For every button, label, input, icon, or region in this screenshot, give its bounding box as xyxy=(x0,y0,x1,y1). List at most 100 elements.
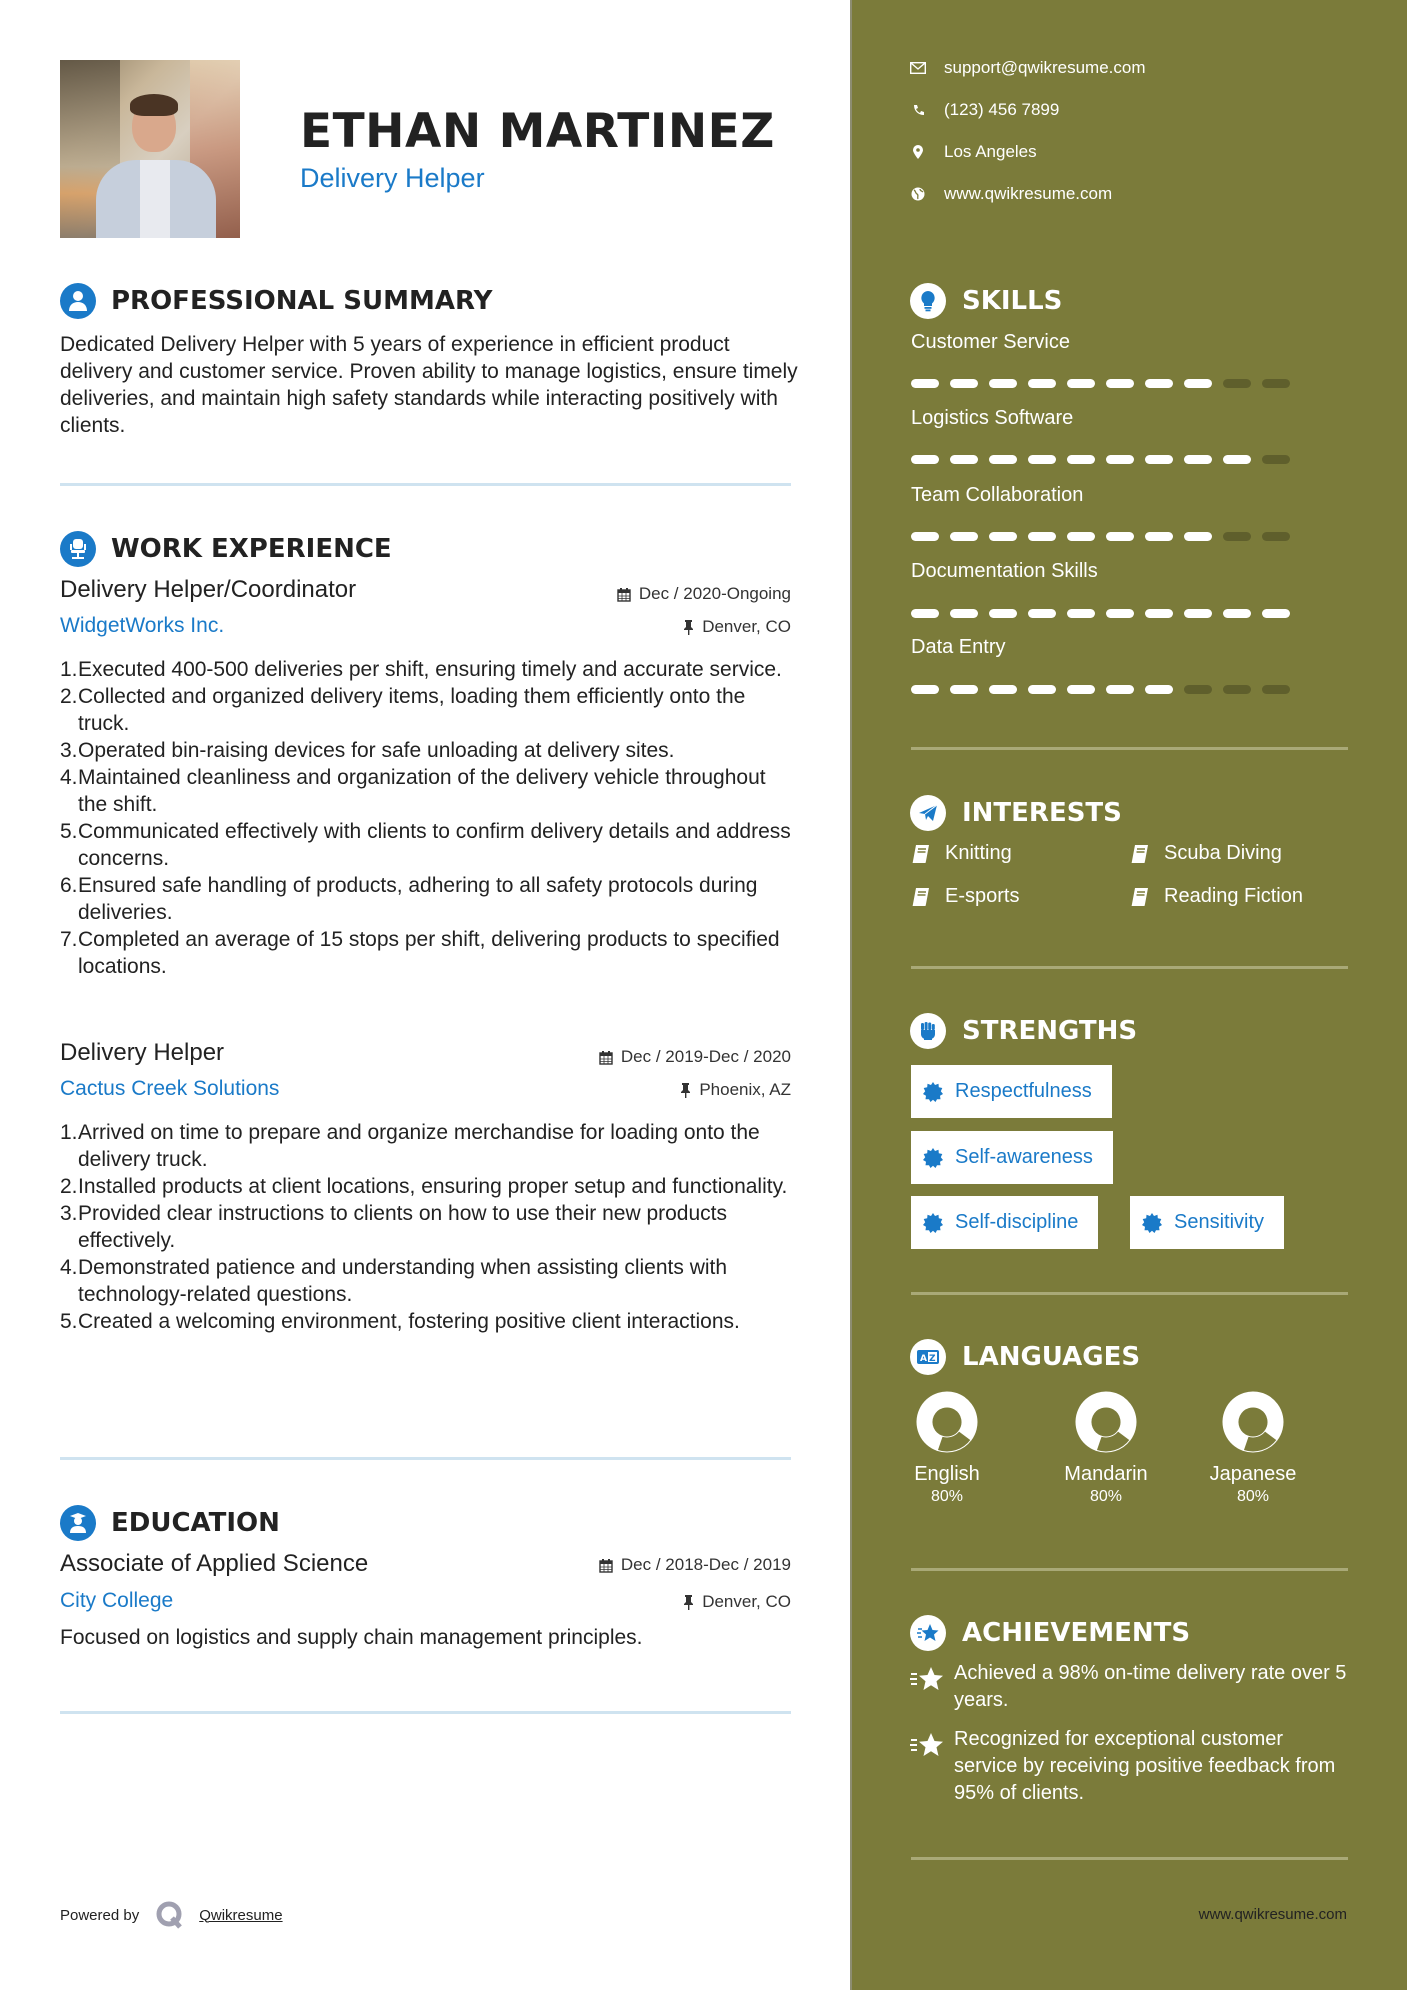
skill-rating xyxy=(911,455,1301,464)
skill-segment-filled xyxy=(1106,685,1134,694)
language-name: Japanese xyxy=(1209,1463,1297,1485)
job-bullets: 1. Executed 400-500 deliveries per shift,… xyxy=(60,656,800,980)
badge-icon xyxy=(923,1212,943,1233)
skill-segment-filled xyxy=(1145,455,1173,464)
phone-icon xyxy=(910,102,926,118)
skill-name: Data Entry xyxy=(911,636,1006,658)
language-donut xyxy=(1075,1391,1137,1453)
list-item: 5. Communicated effectively with clients … xyxy=(60,820,791,870)
job-title: Delivery Helper/Coordinator xyxy=(60,576,357,603)
skills-heading: SKILLS xyxy=(910,283,1062,319)
lightbulb-icon xyxy=(910,283,946,319)
strength-badge: Self-discipline xyxy=(911,1196,1099,1249)
skill-segment-filled xyxy=(1145,379,1173,388)
skill-segment-filled xyxy=(1067,532,1095,541)
skill-segment-filled xyxy=(1028,532,1056,541)
list-item: 7. Completed an average of 15 stops per s… xyxy=(60,928,780,978)
calendar-icon xyxy=(599,1558,613,1573)
skill-segment-filled xyxy=(911,532,939,541)
experience-title: WORK EXPERIENCE xyxy=(111,534,392,564)
skill-segment-empty xyxy=(1223,532,1251,541)
contact-website: www.qwikresume.com xyxy=(910,184,1112,204)
list-item: 5. Created a welcoming environment, foste… xyxy=(60,1310,740,1333)
paper-plane-icon xyxy=(910,795,946,831)
skill-segment-filled xyxy=(1028,379,1056,388)
skill-rating xyxy=(911,609,1301,618)
book-icon xyxy=(1131,887,1148,906)
language-percent: 80% xyxy=(1236,1488,1270,1505)
language-item: English 80% xyxy=(887,1390,1007,1506)
list-item: 3. Provided clear instructions to clients… xyxy=(60,1202,728,1252)
skill-segment-filled xyxy=(1145,685,1173,694)
pushpin-icon xyxy=(681,1083,691,1098)
skill-segment-filled xyxy=(1223,609,1251,618)
globe-icon xyxy=(910,186,926,202)
strengths-title: STRENGTHS xyxy=(962,1016,1138,1046)
translate-icon: AZ xyxy=(910,1339,946,1375)
languages-title: LANGUAGES xyxy=(962,1342,1141,1372)
language-donut xyxy=(1222,1391,1284,1453)
strength-badge: Sensitivity xyxy=(1130,1196,1285,1249)
resume-page: ETHAN MARTINEZ Delivery Helper PROFESSIO… xyxy=(0,0,1407,1990)
list-item: 6. Ensured safe handling of products, adh… xyxy=(60,874,758,924)
website-link[interactable]: www.qwikresume.com xyxy=(944,184,1112,204)
skill-segment-filled xyxy=(1028,455,1056,464)
achievement-item: Achieved a 98% on-time delivery rate ove… xyxy=(910,1660,1350,1714)
divider xyxy=(911,1292,1348,1295)
education-description: Focused on logistics and supply chain ma… xyxy=(60,1626,643,1649)
job-dates: Dec / 2019-Dec / 2020 xyxy=(599,1047,791,1067)
company-name: WidgetWorks Inc. xyxy=(60,614,225,637)
main-column: ETHAN MARTINEZ Delivery Helper PROFESSIO… xyxy=(0,0,850,1990)
job-bullets: 1. Arrived on time to prepare and organiz… xyxy=(60,1119,800,1335)
map-pin-icon xyxy=(910,144,926,160)
list-item: 4. Maintained cleanliness and organizatio… xyxy=(60,766,766,816)
skill-segment-filled xyxy=(1145,532,1173,541)
skill-segment-empty xyxy=(1184,685,1212,694)
book-icon xyxy=(912,844,929,863)
candidate-title: Delivery Helper xyxy=(300,163,485,193)
skill-segment-filled xyxy=(1184,455,1212,464)
book-icon xyxy=(912,887,929,906)
raised-fist-icon xyxy=(910,1013,946,1049)
skill-segment-filled xyxy=(989,455,1017,464)
achievements-heading: ACHIEVEMENTS xyxy=(910,1615,1190,1651)
divider xyxy=(911,966,1348,969)
language-name: English xyxy=(914,1463,980,1485)
skill-name: Team Collaboration xyxy=(911,484,1084,506)
skills-title: SKILLS xyxy=(962,286,1063,316)
skill-segment-filled xyxy=(1223,455,1251,464)
strength-badge: Self-awareness xyxy=(911,1131,1113,1184)
skill-segment-filled xyxy=(1262,609,1290,618)
envelope-icon xyxy=(910,60,926,76)
summary-text: Dedicated Delivery Helper with 5 years o… xyxy=(60,333,798,437)
contact-location: Los Angeles xyxy=(910,142,1037,162)
language-item: Mandarin 80% xyxy=(1046,1390,1166,1506)
skill-segment-filled xyxy=(1067,379,1095,388)
skill-segment-filled xyxy=(911,455,939,464)
skill-segment-filled xyxy=(1028,685,1056,694)
education-heading: EDUCATION xyxy=(60,1505,280,1541)
book-icon xyxy=(1131,844,1148,863)
skill-segment-filled xyxy=(950,379,978,388)
email-link[interactable]: support@qwikresume.com xyxy=(944,58,1146,78)
degree: Associate of Applied Science xyxy=(60,1550,369,1577)
skill-segment-filled xyxy=(911,379,939,388)
office-chair-icon xyxy=(60,531,96,567)
powered-by: Powered by Qwikresume xyxy=(60,1900,283,1930)
language-percent: 80% xyxy=(930,1488,964,1505)
graduate-icon xyxy=(60,1505,96,1541)
skill-segment-filled xyxy=(989,532,1017,541)
divider xyxy=(911,1568,1348,1571)
education-title: EDUCATION xyxy=(111,1508,280,1538)
job-title: Delivery Helper xyxy=(60,1039,225,1066)
skill-name: Customer Service xyxy=(911,331,1070,353)
divider xyxy=(60,1711,791,1714)
qwikresume-link[interactable]: Qwikresume xyxy=(199,1907,282,1924)
experience-heading: WORK EXPERIENCE xyxy=(60,531,392,567)
badge-icon xyxy=(923,1147,943,1168)
footer-website-link[interactable]: www.qwikresume.com xyxy=(1199,1906,1347,1923)
svg-text:A: A xyxy=(920,1354,927,1364)
shooting-star-icon xyxy=(910,1733,943,1756)
skill-rating xyxy=(911,532,1301,541)
skill-segment-filled xyxy=(911,609,939,618)
